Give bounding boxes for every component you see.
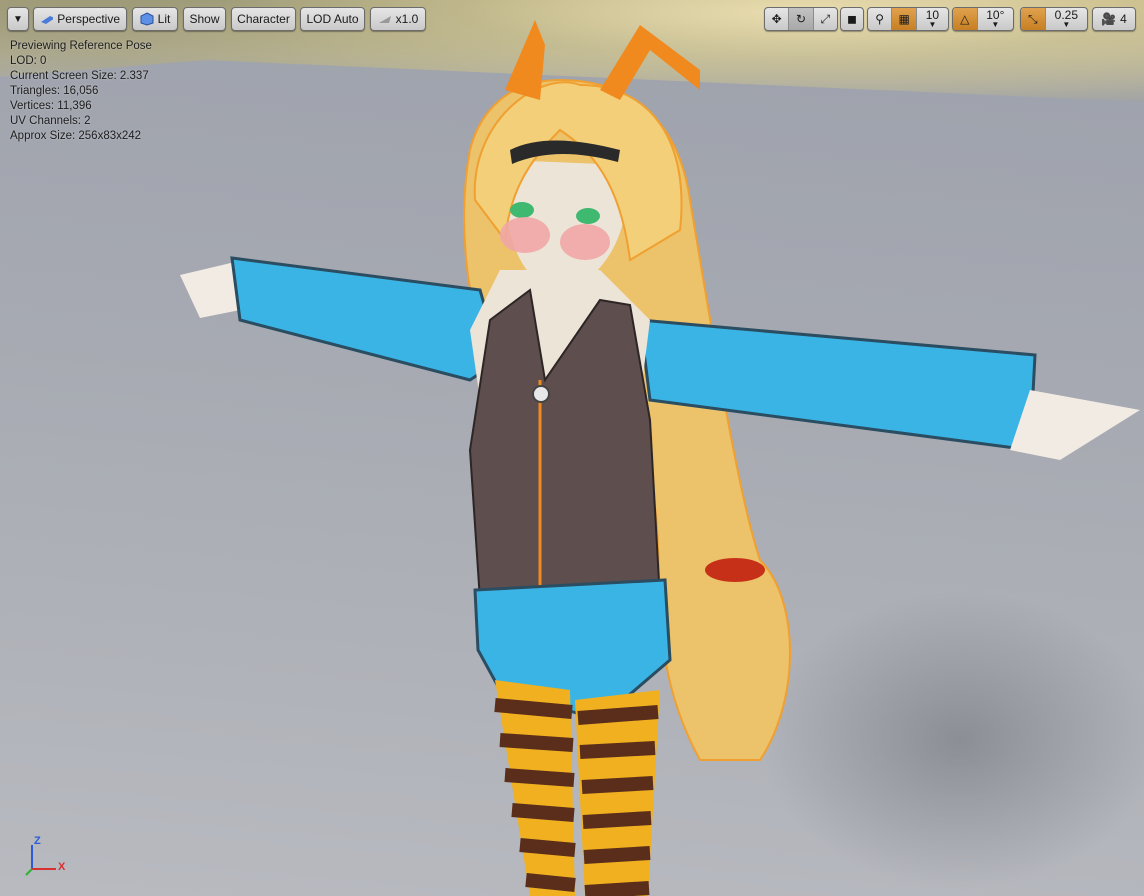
grid-snap-value[interactable]: 10 ▼ <box>917 8 948 30</box>
stats-line-approx-size: Approx Size: 256x83x242 <box>10 130 142 142</box>
rotation-snap-icon[interactable]: △ <box>953 8 978 30</box>
camera-speed-icon: 🎥 <box>1101 12 1117 26</box>
camera-speed-group: 🎥 4 <box>1092 7 1136 31</box>
lit-button[interactable]: Lit <box>132 7 178 31</box>
character-label: Character <box>237 12 290 26</box>
scale-icon[interactable]: ⤢ <box>814 8 837 30</box>
cube-icon <box>140 12 154 26</box>
show-button[interactable]: Show <box>183 7 226 31</box>
perspective-label: Perspective <box>57 12 120 26</box>
chevron-down-icon: ▼ <box>1062 19 1071 29</box>
lod-label: LOD Auto <box>306 12 359 26</box>
stats-line-lod: LOD: 0 <box>10 55 47 67</box>
viewport-options-button[interactable]: ▼ <box>7 7 29 31</box>
speed-label: x1.0 <box>395 12 419 26</box>
camera-speed-value-label: 4 <box>1120 12 1127 26</box>
character-mesh[interactable] <box>0 0 1144 896</box>
rotate-icon[interactable]: ↻ <box>789 8 814 30</box>
scale-snap-value[interactable]: 0.25 ▼ <box>1046 8 1087 30</box>
stats-line-screen-size: Current Screen Size: 2.337 <box>10 70 149 82</box>
chevron-down-icon: ▼ <box>991 19 1000 29</box>
axis-x-label: X <box>58 861 66 873</box>
lit-label: Lit <box>157 12 171 26</box>
perspective-button[interactable]: Perspective <box>33 7 127 31</box>
chevron-down-icon: ▼ <box>928 19 937 29</box>
viewport-stats: Previewing Reference Pose LOD: 0 Current… <box>10 39 152 144</box>
scale-snap-group: ⤡ 0.25 ▼ <box>1020 7 1088 31</box>
grid-snap-icon[interactable]: ▦ <box>892 8 917 30</box>
stats-line-triangles: Triangles: 16,056 <box>10 85 99 97</box>
world-cube-icon[interactable]: ◼ <box>841 8 863 30</box>
coordinate-system-group: ◼ <box>840 7 864 31</box>
lod-button[interactable]: LOD Auto <box>300 7 365 31</box>
translate-icon[interactable]: ✥ <box>765 8 790 30</box>
speed-icon <box>378 16 391 23</box>
axis-z-label: Z <box>34 835 41 847</box>
playback-speed-button[interactable]: x1.0 <box>370 7 426 31</box>
surface-snap-icon[interactable]: ⚲ <box>868 8 893 30</box>
rotation-snap-group: △ 10° ▼ <box>952 7 1014 31</box>
character-button[interactable]: Character <box>231 7 296 31</box>
viewport-toolbar: ▼ Perspective Lit Show Character LOD Aut… <box>0 0 1144 38</box>
show-label: Show <box>189 12 220 26</box>
axis-lines <box>25 845 56 876</box>
stats-line-uv-channels: UV Channels: 2 <box>10 115 91 127</box>
stats-line-preview: Previewing Reference Pose <box>10 40 152 52</box>
camera-speed-button[interactable]: 🎥 4 <box>1093 8 1135 30</box>
chevron-down-icon: ▼ <box>13 13 23 25</box>
transform-mode-group: ✥ ↻ ⤢ <box>764 7 838 31</box>
camera-icon <box>41 16 54 24</box>
viewport[interactable] <box>0 0 1144 896</box>
rotation-snap-value[interactable]: 10° ▼ <box>978 8 1013 30</box>
scale-snap-icon[interactable]: ⤡ <box>1021 8 1046 30</box>
stats-line-vertices: Vertices: 11,396 <box>10 100 92 112</box>
axis-gizmo: Z X <box>20 835 80 885</box>
grid-snap-group: ⚲ ▦ 10 ▼ <box>867 7 949 31</box>
